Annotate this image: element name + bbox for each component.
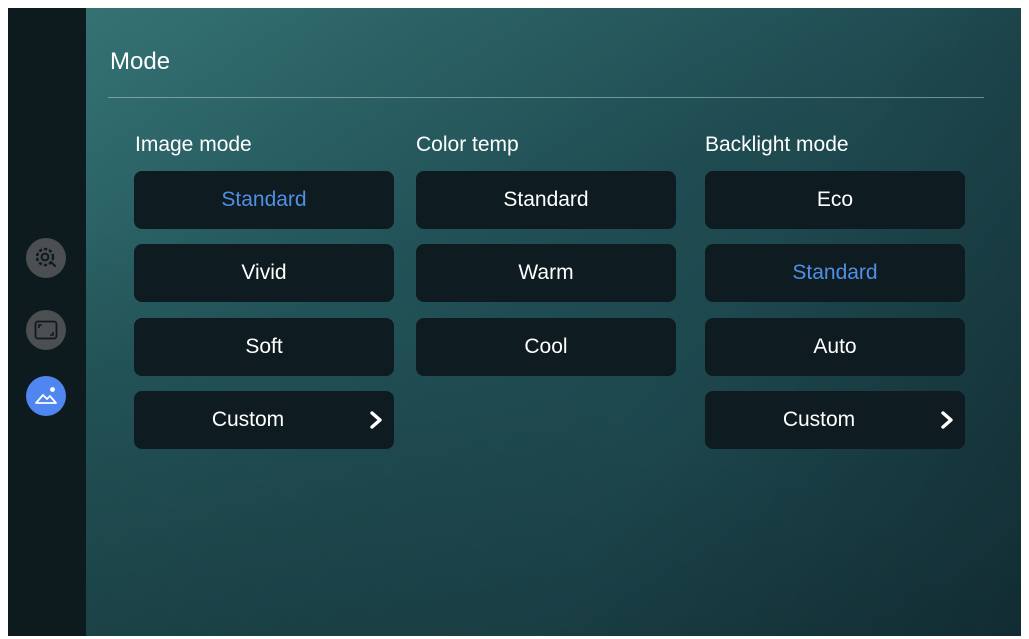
image-mode-header: Image mode: [135, 133, 252, 156]
image-mode-option-vivid[interactable]: Vivid: [134, 244, 394, 302]
title-divider: [108, 97, 984, 98]
backlight-mode-option-standard[interactable]: Standard: [705, 244, 965, 302]
option-label: Standard: [221, 188, 307, 211]
sidebar: [8, 8, 86, 636]
chevron-right-icon: [370, 411, 382, 429]
option-label: Custom: [211, 408, 285, 431]
image-mode-icon: [35, 387, 57, 404]
color-temp-option-warm[interactable]: Warm: [416, 244, 676, 302]
option-label: Soft: [245, 335, 283, 358]
settings-icon: [35, 247, 56, 267]
backlight-mode-option-auto[interactable]: Auto: [705, 318, 965, 376]
color-temp-option-standard[interactable]: Standard: [416, 171, 676, 229]
option-label: Custom: [782, 408, 856, 431]
mode-screen: Mode Image mode Color temp Backlight mod…: [8, 8, 1021, 636]
image-mode-option-standard[interactable]: Standard: [134, 171, 394, 229]
image-mode-option-soft[interactable]: Soft: [134, 318, 394, 376]
option-label: Eco: [816, 188, 854, 211]
color-temp-option-cool[interactable]: Cool: [416, 318, 676, 376]
sidebar-item-settings[interactable]: [26, 238, 66, 278]
color-temp-header: Color temp: [416, 133, 519, 156]
option-label: Cool: [524, 335, 568, 358]
option-label: Auto: [813, 335, 857, 358]
backlight-mode-option-custom[interactable]: Custom: [705, 391, 965, 449]
option-label: Warm: [518, 261, 574, 284]
image-mode-option-custom[interactable]: Custom: [134, 391, 394, 449]
option-label: Standard: [503, 188, 589, 211]
option-label: Vivid: [241, 261, 287, 284]
display-ratio-icon: [34, 320, 58, 340]
page-title: Mode: [110, 48, 171, 75]
sidebar-item-display[interactable]: [26, 310, 66, 350]
mode-panel: Mode Image mode Color temp Backlight mod…: [86, 8, 1021, 636]
option-label: Standard: [792, 261, 878, 284]
backlight-mode-option-eco[interactable]: Eco: [705, 171, 965, 229]
backlight-mode-header: Backlight mode: [705, 133, 849, 156]
chevron-right-icon: [941, 411, 953, 429]
sidebar-item-image[interactable]: [26, 376, 66, 416]
